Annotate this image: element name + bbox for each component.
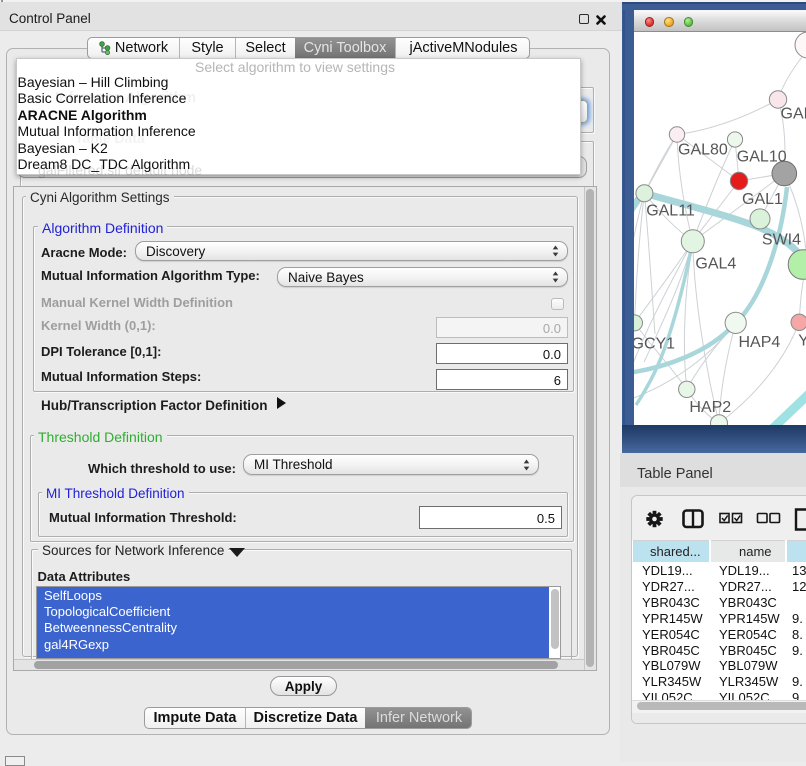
- svg-text:GAL4: GAL4: [695, 256, 736, 273]
- svg-text:GAL10: GAL10: [737, 149, 787, 166]
- svg-text:GAL2: GAL2: [781, 106, 806, 123]
- svg-text:YML: YML: [798, 333, 806, 350]
- svg-text:HAP4: HAP4: [739, 334, 781, 351]
- svg-text:SWI4: SWI4: [762, 231, 801, 248]
- svg-text:GCY1: GCY1: [634, 336, 675, 353]
- svg-text:GAL1: GAL1: [742, 191, 783, 208]
- svg-text:HAP2: HAP2: [689, 399, 731, 416]
- svg-text:GAL11: GAL11: [646, 203, 695, 220]
- svg-text:GAL80: GAL80: [678, 142, 728, 159]
